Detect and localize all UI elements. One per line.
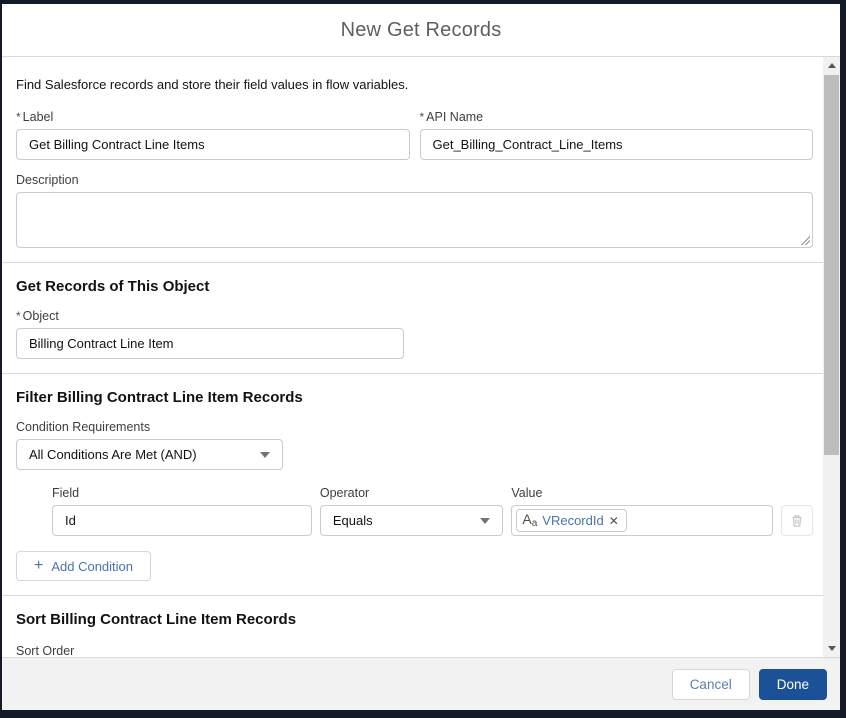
condition-value-combobox[interactable]: Aa VRecordId ✕	[511, 505, 774, 536]
add-condition-label: Add Condition	[51, 558, 134, 574]
value-resource-pill[interactable]: Aa VRecordId ✕	[516, 509, 627, 532]
delete-condition-button[interactable]	[781, 505, 813, 536]
condition-requirements-label: Condition Requirements	[16, 420, 151, 434]
condition-operator-select[interactable]: Equals	[319, 505, 504, 536]
condition-field-label: Field	[52, 486, 80, 500]
object-input[interactable]	[16, 328, 404, 359]
chevron-down-icon	[260, 451, 270, 458]
modal-scroll-content: Find Salesforce records and store their …	[2, 57, 823, 657]
filter-section-heading: Filter Billing Contract Line Item Record…	[16, 389, 303, 406]
required-asterisk: *	[16, 309, 21, 323]
api-name-field-label: * API Name	[419, 110, 484, 124]
condition-operator-label: Operator	[319, 486, 370, 500]
scroll-up-button[interactable]	[823, 57, 840, 74]
resize-grip-icon[interactable]	[801, 236, 810, 245]
condition-field-input[interactable]	[52, 505, 312, 536]
condition-requirements-select[interactable]: All Conditions Are Met (AND)	[16, 439, 283, 470]
section-divider	[2, 595, 823, 596]
new-get-records-modal: New Get Records Find Salesforce records …	[2, 4, 840, 710]
condition-requirements-value: All Conditions Are Met (AND)	[29, 447, 197, 462]
description-textarea[interactable]	[16, 192, 813, 248]
modal-header: New Get Records	[2, 4, 840, 57]
plus-icon: +	[34, 557, 44, 574]
modal-body: Find Salesforce records and store their …	[2, 57, 840, 657]
condition-value-label: Value	[511, 486, 543, 500]
api-name-input[interactable]	[419, 129, 813, 160]
label-input[interactable]	[16, 129, 410, 160]
vertical-scrollbar[interactable]	[823, 57, 840, 657]
cancel-button[interactable]: Cancel	[671, 668, 750, 700]
scrollbar-thumb[interactable]	[824, 75, 839, 455]
page-title: New Get Records	[340, 18, 502, 41]
sort-order-label: Sort Order	[16, 644, 75, 657]
condition-operator-value: Equals	[332, 513, 373, 528]
done-button[interactable]: Done	[758, 668, 827, 700]
label-field-label: * Label	[16, 110, 54, 124]
scroll-down-button[interactable]	[823, 640, 840, 657]
chevron-down-icon	[480, 517, 491, 524]
description-field-label: Description	[16, 173, 79, 187]
add-condition-button[interactable]: + Add Condition	[16, 551, 152, 581]
scroll-down-arrow-icon	[827, 646, 836, 651]
object-field-label: * Object	[16, 309, 59, 323]
required-asterisk: *	[16, 110, 21, 124]
section-divider	[2, 373, 823, 374]
section-divider	[2, 262, 823, 263]
object-section-heading: Get Records of This Object	[16, 278, 210, 295]
trash-icon	[792, 515, 802, 527]
sort-section-heading: Sort Billing Contract Line Item Records	[16, 611, 297, 628]
required-asterisk: *	[419, 110, 425, 124]
text-type-icon: Aa	[522, 511, 538, 529]
value-pill-text: VRecordId	[542, 513, 604, 528]
remove-pill-icon[interactable]: ✕	[609, 515, 619, 527]
intro-text: Find Salesforce records and store their …	[16, 77, 409, 92]
condition-row: Field Operator Equals Value Aa VRe	[52, 486, 813, 536]
scroll-up-arrow-icon	[827, 63, 836, 68]
modal-footer: Cancel Done	[2, 657, 840, 710]
